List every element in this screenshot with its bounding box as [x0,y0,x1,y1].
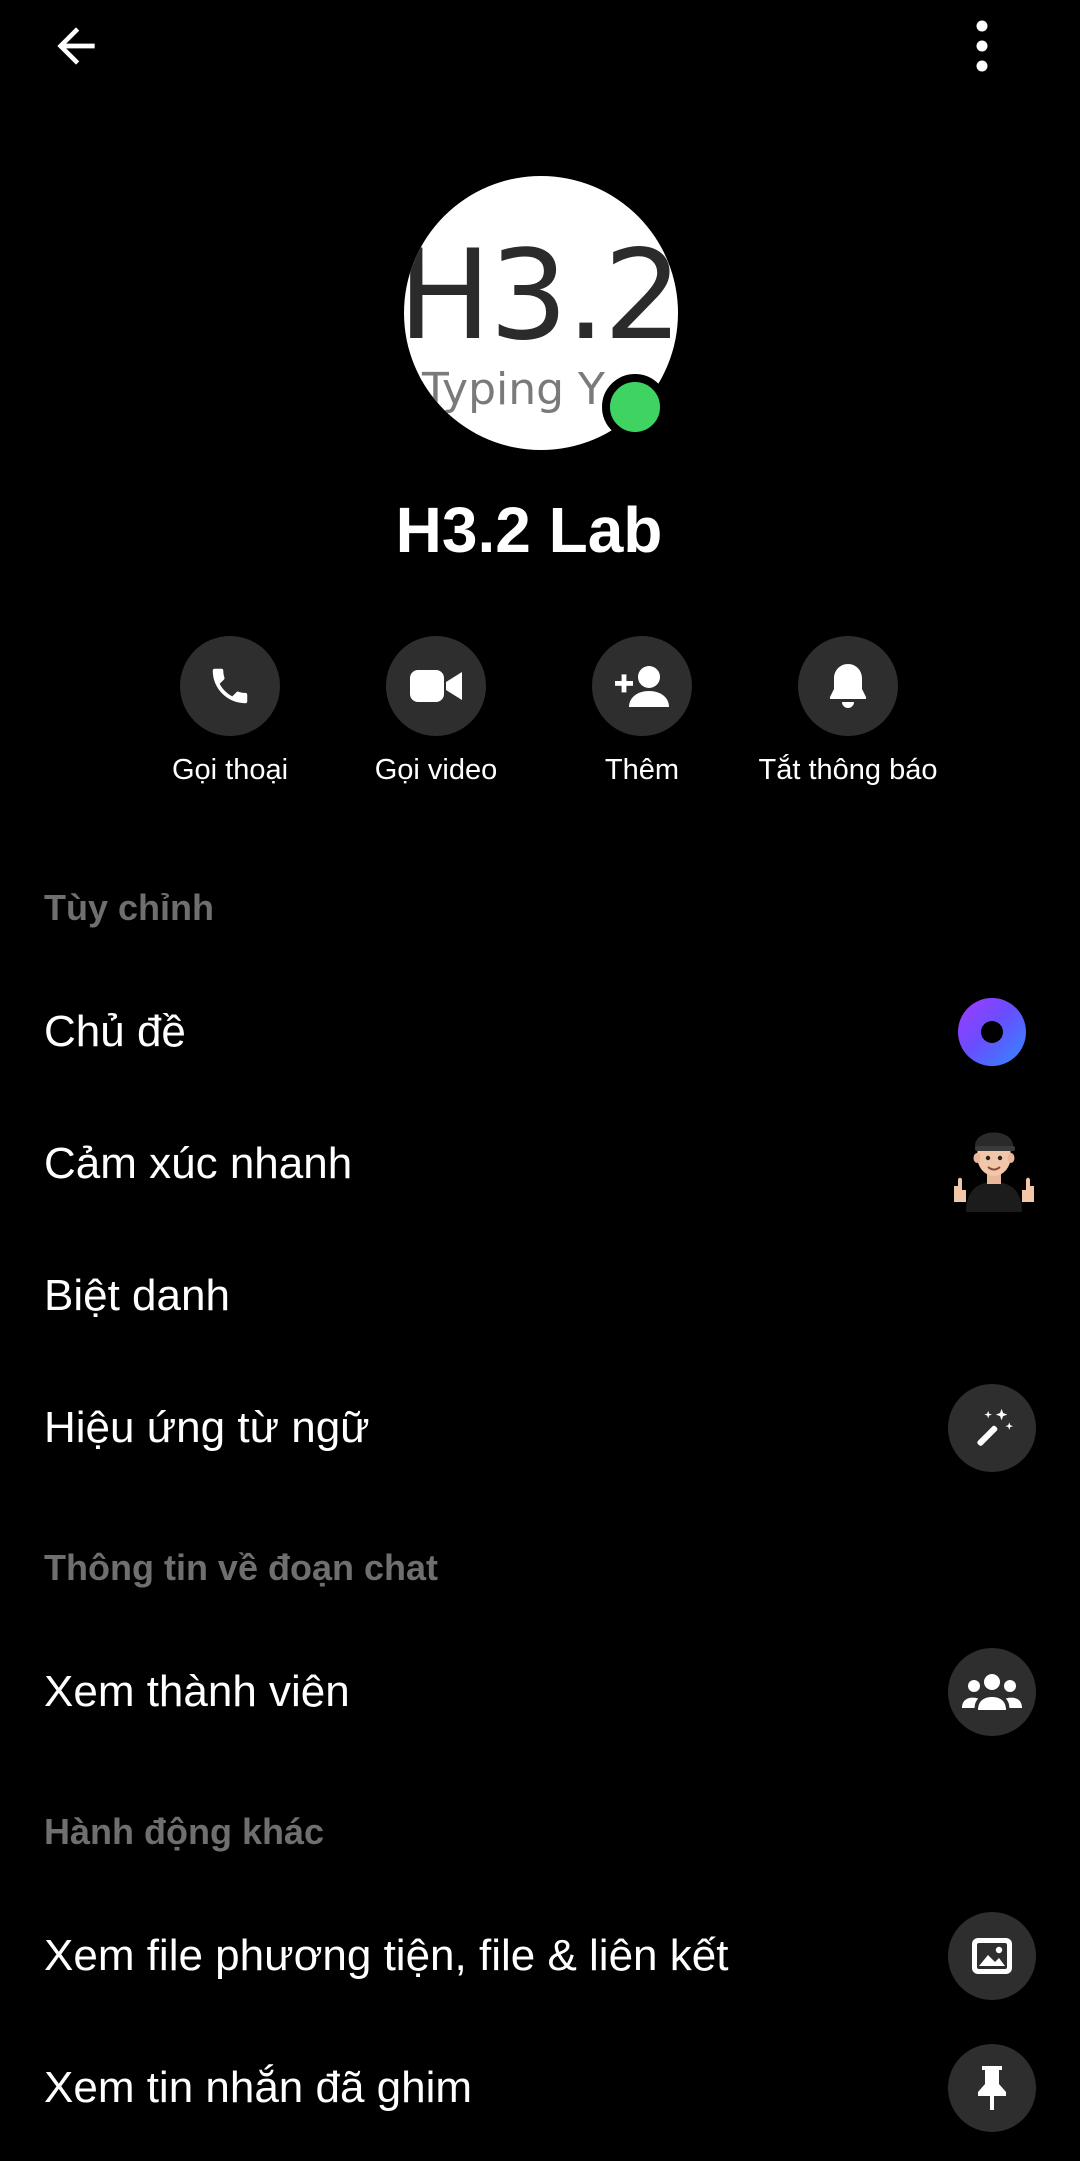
avatar-logo-text: H3.2 [404,224,678,368]
row-word-effects[interactable]: Hiệu ứng từ ngữ [0,1362,1080,1494]
magic-wand-icon [977,1408,1014,1446]
add-people-button[interactable]: Thêm [532,636,752,788]
row-theme[interactable]: Chủ đề [0,966,1080,1098]
quick-actions: Gọi thoại Gọi video Thêm Tắt thông báo [0,636,1080,796]
profile-name: H3.2 Lab [395,494,663,566]
phone-icon [212,668,248,704]
video-camera-icon [410,670,462,702]
theme-swatch-icon [958,998,1026,1066]
back-button[interactable] [44,14,108,78]
voice-call-label: Gọi thoại [171,754,289,786]
people-icon [962,1674,1022,1710]
add-people-circle [592,636,692,736]
bell-icon [830,664,866,708]
add-person-icon [615,666,669,707]
profile-avatar[interactable]: H3.2 Typing Y [404,176,678,450]
arrow-left-icon [57,27,95,65]
video-call-button[interactable]: Gọi video [326,636,546,788]
row-pinned-messages-label: Xem tin nhắn đã ghim [44,2063,473,2112]
view-media-icon-circle [948,1912,1036,2000]
row-view-media-label: Xem file phương tiện, file & liên kết [44,1931,729,1980]
more-options-button[interactable] [950,14,1014,78]
pinned-messages-icon-circle [948,2044,1036,2132]
row-theme-label: Chủ đề [44,1007,186,1056]
voice-call-circle [180,636,280,736]
row-view-media[interactable]: Xem file phương tiện, file & liên kết [0,1890,1080,2022]
view-members-icon-circle [948,1648,1036,1736]
thumbs-up-avatar-icon [954,1132,1034,1212]
video-call-circle [386,636,486,736]
section-header-customize: Tùy chỉnh [44,887,214,928]
row-pinned-messages[interactable]: Xem tin nhắn đã ghim [0,2022,1080,2154]
pin-icon [978,2066,1006,2110]
row-word-effects-label: Hiệu ứng từ ngữ [44,1403,370,1452]
video-call-label: Gọi video [374,754,498,786]
row-quick-reaction-label: Cảm xúc nhanh [44,1139,353,1188]
mute-notifications-label: Tắt thông báo [758,754,938,786]
mute-notifications-circle [798,636,898,736]
kebab-menu-icon [976,20,988,72]
row-view-members[interactable]: Xem thành viên [0,1626,1080,1758]
add-people-label: Thêm [604,754,680,786]
mute-notifications-button[interactable]: Tắt thông báo [738,636,958,788]
row-quick-reaction[interactable]: Cảm xúc nhanh [0,1098,1080,1230]
top-bar [0,0,1080,90]
section-header-chat-info: Thông tin về đoạn chat [44,1547,438,1588]
avatar-logo-subtext: Typing Y [422,364,605,415]
image-icon [972,1938,1012,1974]
row-nicknames[interactable]: Biệt danh [0,1230,1080,1362]
word-effects-icon-circle [948,1384,1036,1472]
voice-call-button[interactable]: Gọi thoại [120,636,340,788]
row-nicknames-label: Biệt danh [44,1271,230,1320]
online-status-dot [602,374,668,440]
section-header-other-actions: Hành động khác [44,1811,325,1852]
row-view-members-label: Xem thành viên [44,1667,350,1716]
